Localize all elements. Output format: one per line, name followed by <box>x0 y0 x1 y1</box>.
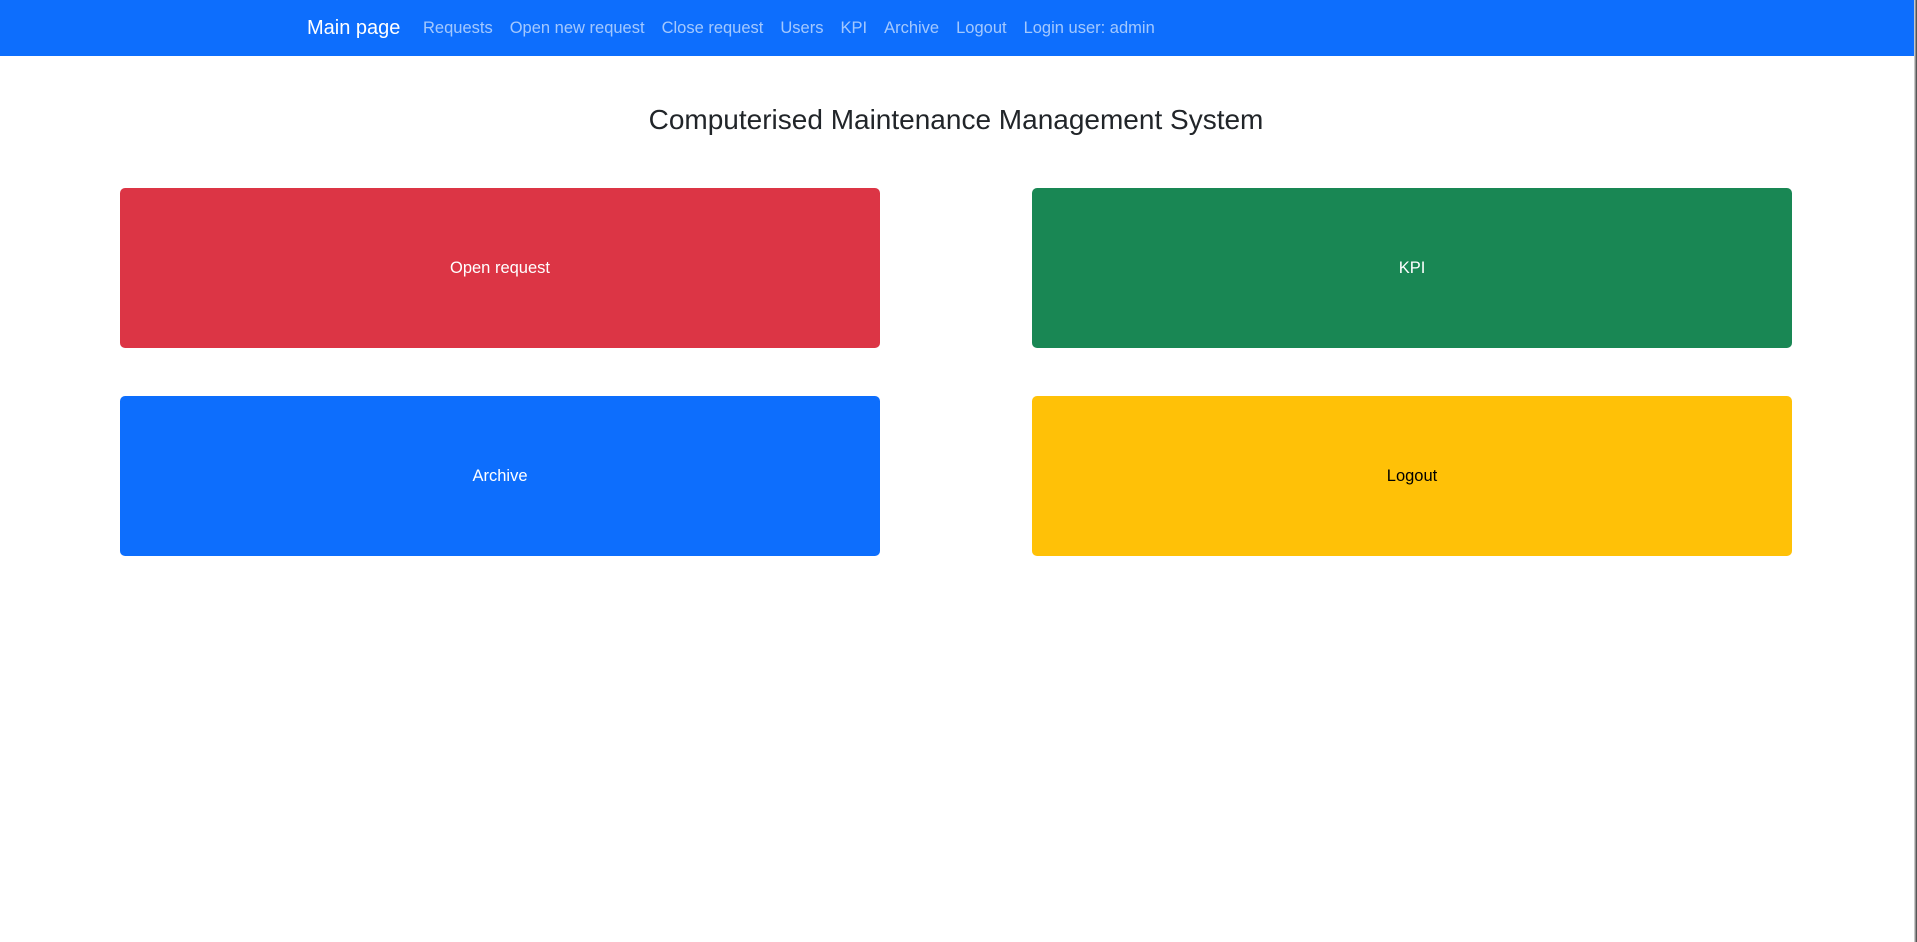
nav-link-open-new-request[interactable]: Open new request <box>510 19 645 37</box>
archive-tile-button[interactable]: Archive <box>120 396 880 556</box>
logout-tile-button[interactable]: Logout <box>1032 396 1792 556</box>
login-user-label: Login user: admin <box>1023 18 1155 37</box>
nav-links: Requests Open new request Close request … <box>423 0 1155 56</box>
nav-link-archive[interactable]: Archive <box>884 19 939 37</box>
nav-link-close-request[interactable]: Close request <box>662 19 764 37</box>
open-request-tile-button[interactable]: Open request <box>120 188 880 348</box>
kpi-tile-button[interactable]: KPI <box>1032 188 1792 348</box>
nav-link-kpi[interactable]: KPI <box>840 19 867 37</box>
page-title: Computerised Maintenance Management Syst… <box>648 104 1264 135</box>
top-navbar: Main page Requests Open new request Clos… <box>0 0 1917 56</box>
brand-main-page-link[interactable]: Main page <box>307 0 400 56</box>
nav-link-requests[interactable]: Requests <box>423 19 493 37</box>
nav-link-users[interactable]: Users <box>780 19 823 37</box>
nav-link-logout[interactable]: Logout <box>956 19 1006 37</box>
